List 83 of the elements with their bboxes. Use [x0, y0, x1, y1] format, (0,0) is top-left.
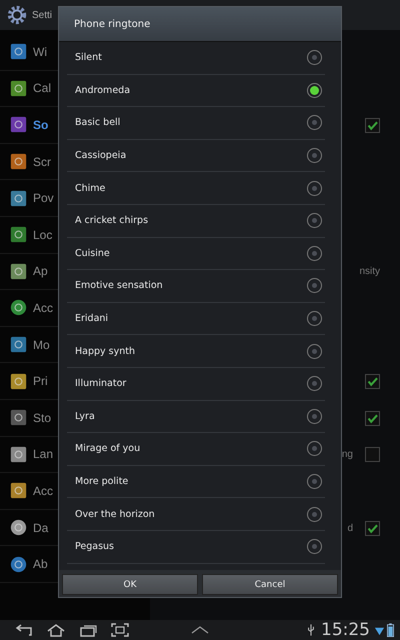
- checkbox[interactable]: [365, 374, 380, 390]
- checkbox[interactable]: [365, 410, 380, 426]
- sidebar-item[interactable]: So: [33, 118, 48, 132]
- home-icon[interactable]: [46, 623, 66, 637]
- sidebar-item[interactable]: Ap: [33, 264, 48, 278]
- radio-button[interactable]: [307, 148, 322, 164]
- ringtone-option[interactable]: More polite: [67, 466, 325, 498]
- settings-icon: [10, 519, 27, 536]
- ringtone-option[interactable]: Mirage of you: [67, 433, 325, 466]
- sidebar-item[interactable]: Scr: [33, 154, 51, 169]
- radio-button[interactable]: [307, 246, 322, 261]
- radio-button[interactable]: [307, 50, 322, 66]
- radio-button[interactable]: [307, 213, 322, 228]
- ringtone-option[interactable]: Chime: [67, 172, 325, 205]
- setting-label: ng: [342, 449, 353, 460]
- checkbox[interactable]: [365, 118, 380, 133]
- radio-button[interactable]: [307, 311, 322, 326]
- ringtone-option[interactable]: Emotive sensation: [67, 270, 325, 303]
- sidebar-item[interactable]: Loc: [33, 228, 52, 242]
- settings-icon: [10, 372, 27, 390]
- settings-icon: [10, 556, 27, 573]
- radio-button[interactable]: [307, 506, 322, 522]
- settings-icon: [10, 262, 27, 280]
- radio-button[interactable]: [307, 344, 322, 359]
- ringtone-option[interactable]: Basic bell: [67, 107, 325, 140]
- sidebar-item[interactable]: Lan: [33, 447, 54, 462]
- screenshot-icon[interactable]: [110, 623, 130, 637]
- sidebar-item[interactable]: Acc: [33, 300, 54, 315]
- settings-icon: [10, 43, 27, 60]
- settings-icon: [10, 482, 27, 500]
- ringtone-option[interactable]: Cuisine: [67, 238, 325, 270]
- settings-icon: [10, 336, 27, 354]
- sidebar-item[interactable]: Acc: [33, 484, 54, 498]
- radio-button[interactable]: [307, 278, 322, 294]
- ringtone-option[interactable]: Lyra: [67, 400, 325, 434]
- sidebar-item[interactable]: Da: [33, 520, 48, 535]
- settings-icon: [10, 153, 27, 170]
- radio-button[interactable]: [307, 539, 322, 554]
- ringtone-option[interactable]: Silent: [67, 42, 325, 75]
- ringtone-option[interactable]: Andromeda: [67, 74, 325, 108]
- ringtone-option[interactable]: Pegasus: [67, 530, 325, 564]
- up-caret-icon[interactable]: [190, 626, 210, 634]
- ringtone-option[interactable]: Over the horizon: [67, 498, 325, 531]
- radio-button[interactable]: [307, 408, 322, 424]
- radio-button[interactable]: [307, 115, 322, 130]
- gear-icon: [6, 4, 28, 26]
- setting-label: nsity: [359, 266, 380, 278]
- sidebar-item[interactable]: Wi: [33, 44, 47, 59]
- settings-icon: [10, 116, 27, 134]
- settings-icon: [10, 446, 27, 463]
- ringtone-option[interactable]: Happy synth: [67, 335, 325, 368]
- back-icon[interactable]: [14, 623, 34, 637]
- battery-icon: [387, 623, 394, 637]
- dialog-button[interactable]: OK: [62, 574, 198, 595]
- ringtone-option[interactable]: Illuminator: [67, 368, 325, 401]
- clock-time: 15:25: [321, 620, 370, 640]
- ringtone-option[interactable]: Cassiopeia: [67, 140, 325, 172]
- settings-title: Setti: [32, 10, 52, 20]
- usb-icon: [307, 623, 315, 637]
- settings-icon: [10, 226, 27, 244]
- settings-icon: [10, 190, 27, 207]
- sidebar-item[interactable]: Pov: [33, 191, 54, 206]
- radio-button[interactable]: [307, 180, 322, 196]
- ringtone-option[interactable]: Eridani: [67, 302, 325, 336]
- dialog-title: Phone ringtone: [59, 7, 341, 42]
- sidebar-item[interactable]: Cal: [33, 81, 52, 96]
- sidebar-item[interactable]: Sto: [33, 410, 52, 425]
- radio-button[interactable]: [307, 82, 322, 98]
- radio-button[interactable]: [307, 441, 322, 456]
- checkbox[interactable]: [365, 520, 380, 536]
- recent-apps-icon[interactable]: [78, 623, 98, 637]
- sidebar-item[interactable]: Ab: [33, 557, 48, 572]
- ringtone-option[interactable]: A cricket chirps: [67, 204, 325, 238]
- setting-label: d: [347, 522, 353, 534]
- checkbox[interactable]: [365, 447, 380, 462]
- settings-icon: [10, 299, 27, 316]
- settings-icon: [10, 409, 27, 426]
- settings-icon: [10, 80, 27, 97]
- radio-button[interactable]: [307, 474, 322, 490]
- sidebar-item[interactable]: Mo: [33, 338, 50, 352]
- dialog-button[interactable]: Cancel: [202, 574, 338, 595]
- radio-button[interactable]: [307, 376, 322, 392]
- sidebar-item[interactable]: Pri: [33, 374, 48, 388]
